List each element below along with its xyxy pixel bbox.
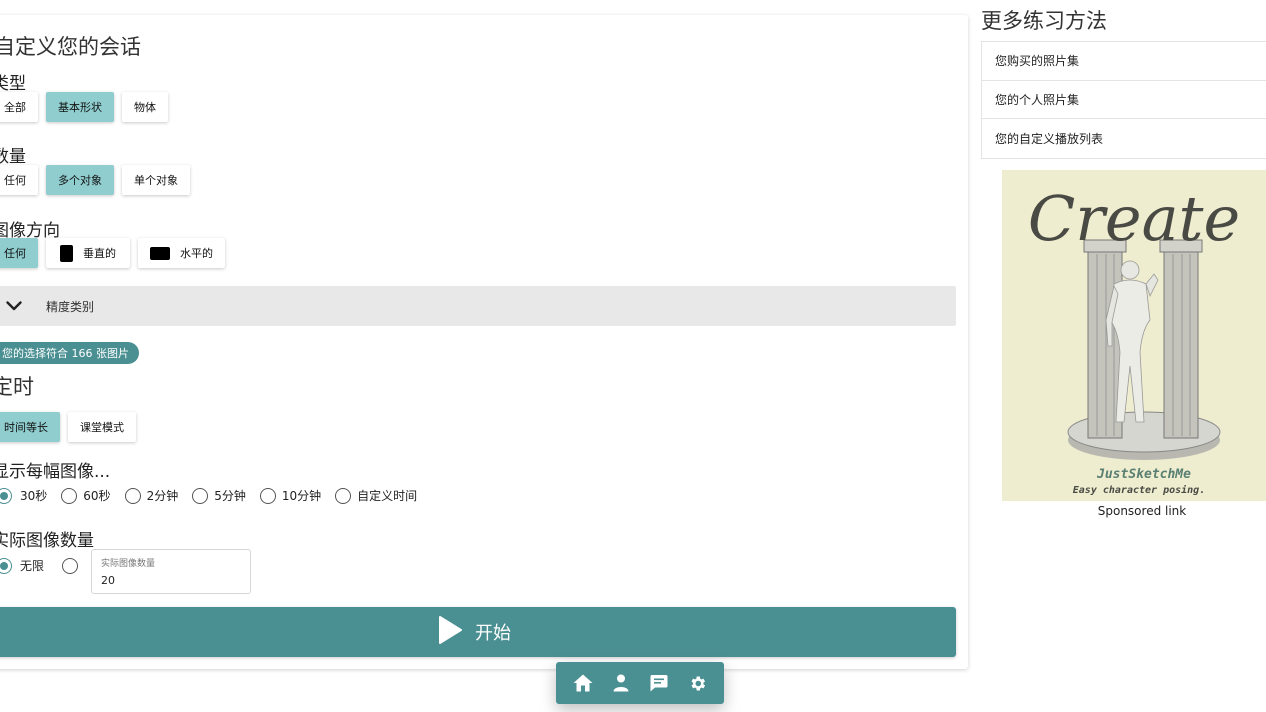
ad-headline: Create <box>1028 182 1240 255</box>
duration-label: 10分钟 <box>281 489 322 503</box>
duration-label: 30秒 <box>20 489 48 503</box>
sidebar-list: 您购买的照片集 您的个人照片集 您的自定义播放列表 <box>981 41 1266 159</box>
radio-unchecked <box>192 487 209 504</box>
type-option-label: 全部 <box>4 101 26 114</box>
radio-unchecked <box>259 487 276 504</box>
image-count-field: 实际图像数量 <box>91 549 251 594</box>
type-options: 全部 基本形状 物体 <box>0 92 168 122</box>
orientation-option-any[interactable]: 任何 <box>0 238 38 268</box>
sponsored-ad[interactable]: Create JustSketchMe Easy character posin… <box>1002 170 1266 501</box>
image-count-custom[interactable] <box>62 557 79 574</box>
show-each-heading: 显示每幅图像... <box>0 462 111 482</box>
duration-label: 5分钟 <box>214 489 246 503</box>
type-option-objects[interactable]: 物体 <box>122 92 168 122</box>
image-count-label: 无限 <box>20 559 45 573</box>
radio-checked <box>0 487 12 504</box>
count-options: 任何 多个对象 单个对象 <box>0 165 190 195</box>
orientation-option-label: 任何 <box>4 247 26 260</box>
home-icon[interactable] <box>570 670 596 696</box>
duration-label: 60秒 <box>83 489 111 503</box>
count-option-any[interactable]: 任何 <box>0 165 38 195</box>
type-option-label: 物体 <box>134 101 156 114</box>
sidebar-title: 更多练习方法 <box>981 9 1107 33</box>
timing-mode-options: 时间等长 课堂模式 <box>0 412 136 442</box>
count-option-label: 任何 <box>4 174 26 187</box>
start-button[interactable]: 开始 <box>0 607 956 657</box>
radio-unchecked <box>124 487 141 504</box>
timing-mode-label: 时间等长 <box>4 421 48 434</box>
sidebar-item-playlists[interactable]: 您的自定义播放列表 <box>982 119 1266 158</box>
count-option-single[interactable]: 单个对象 <box>122 165 190 195</box>
duration-option-60s[interactable]: 60秒 <box>61 487 111 504</box>
ad-tagline: Easy character posing. <box>1073 484 1205 496</box>
type-option-basic-shapes[interactable]: 基本形状 <box>46 92 114 122</box>
sponsored-label[interactable]: Sponsored link <box>1002 504 1266 518</box>
duration-option-10m[interactable]: 10分钟 <box>259 487 322 504</box>
page-title: 自定义您的会话 <box>0 35 141 59</box>
radio-unchecked <box>61 487 78 504</box>
timing-mode-equal[interactable]: 时间等长 <box>0 412 60 442</box>
count-option-label: 多个对象 <box>58 174 102 187</box>
radio-checked <box>0 557 12 574</box>
timing-mode-label: 课堂模式 <box>80 421 124 434</box>
person-icon[interactable] <box>608 670 634 696</box>
chevron-down-icon <box>2 294 26 318</box>
orientation-options: 任何 垂直的 水平的 <box>0 238 225 268</box>
ad-illustration: Create JustSketchMe Easy character posin… <box>1028 182 1240 496</box>
duration-option-custom[interactable]: 自定义时间 <box>335 487 417 504</box>
image-count-options: 无限 <box>0 557 92 574</box>
duration-options: 30秒 60秒 2分钟 5分钟 10分钟 自定义时间 <box>0 487 431 504</box>
duration-label: 自定义时间 <box>357 489 418 503</box>
duration-option-5m[interactable]: 5分钟 <box>192 487 246 504</box>
orientation-option-label: 水平的 <box>180 247 213 260</box>
timing-title: 定时 <box>0 375 34 399</box>
image-count-unlimited[interactable]: 无限 <box>0 557 44 574</box>
type-option-all[interactable]: 全部 <box>0 92 38 122</box>
match-count-badge: 您的选择符合 166 张图片 <box>0 342 139 364</box>
image-count-field-label: 实际图像数量 <box>101 559 156 569</box>
orientation-option-horizontal[interactable]: 水平的 <box>138 238 225 268</box>
count-option-multiple[interactable]: 多个对象 <box>46 165 114 195</box>
start-button-label: 开始 <box>475 623 511 644</box>
precision-accordion[interactable]: 精度类别 <box>0 286 956 326</box>
landscape-icon <box>150 246 170 260</box>
portrait-icon <box>60 244 73 262</box>
count-option-label: 单个对象 <box>134 174 178 187</box>
type-option-label: 基本形状 <box>58 101 102 114</box>
sidebar-item-personal[interactable]: 您的个人照片集 <box>982 81 1266 119</box>
orientation-option-vertical[interactable]: 垂直的 <box>46 238 130 268</box>
type-heading: 类型 <box>0 74 26 94</box>
sidebar-item-purchased[interactable]: 您购买的照片集 <box>982 42 1266 81</box>
ad-brand: JustSketchMe <box>1096 467 1191 482</box>
duration-label: 2分钟 <box>146 489 179 503</box>
duration-option-2m[interactable]: 2分钟 <box>124 487 179 504</box>
gear-icon[interactable] <box>684 670 710 696</box>
timing-mode-class[interactable]: 课堂模式 <box>68 412 136 442</box>
precision-accordion-label: 精度类别 <box>46 299 95 314</box>
duration-option-30s[interactable]: 30秒 <box>0 487 47 504</box>
play-icon <box>437 615 463 650</box>
image-count-heading: 实际图像数量 <box>0 531 94 551</box>
orientation-option-label: 垂直的 <box>83 247 116 260</box>
image-count-input[interactable] <box>101 574 241 587</box>
radio-unchecked <box>62 557 79 574</box>
feedback-icon[interactable] <box>646 670 672 696</box>
count-heading: 数量 <box>0 147 26 167</box>
bottom-nav <box>556 662 724 704</box>
radio-unchecked <box>335 487 352 504</box>
